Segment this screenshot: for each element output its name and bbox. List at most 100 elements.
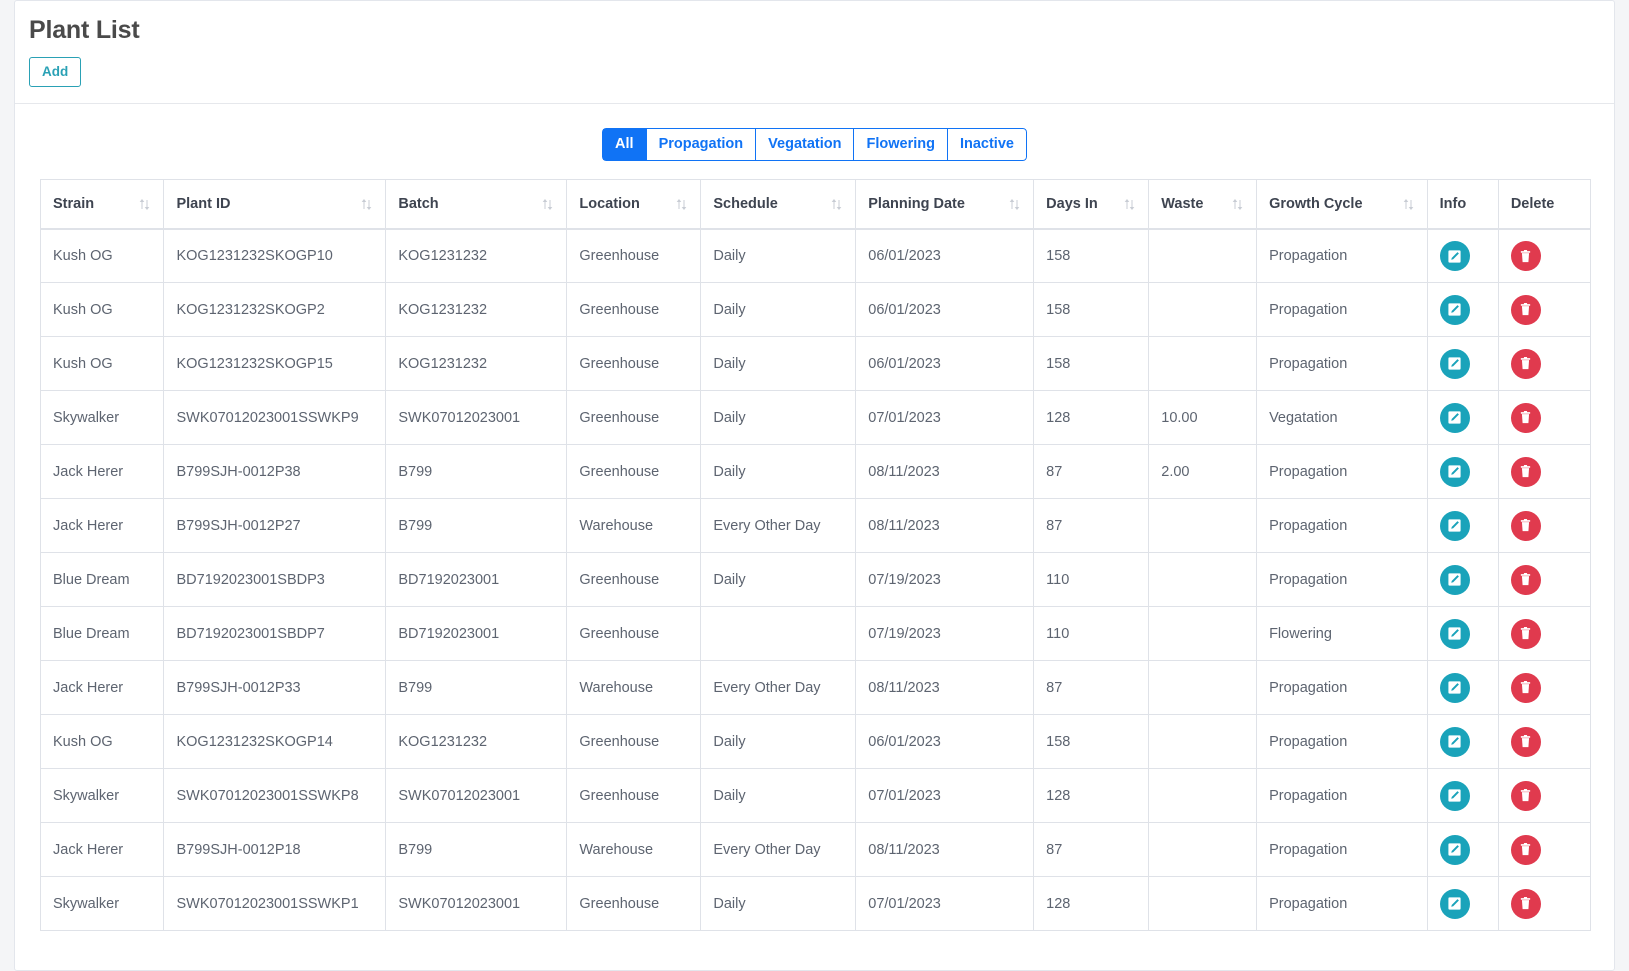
cell-delete <box>1497 444 1592 500</box>
sort-arrows-icon[interactable] <box>1124 198 1136 211</box>
cell-location: Greenhouse <box>566 282 702 338</box>
filter-tab-propagation[interactable]: Propagation <box>645 127 756 162</box>
cell-days-in: 128 <box>1033 876 1150 932</box>
edit-square-icon[interactable] <box>1439 510 1470 541</box>
column-header-schedule[interactable]: Schedule <box>700 179 857 230</box>
column-header-batch[interactable]: Batch <box>385 179 568 230</box>
cell-waste <box>1148 822 1258 878</box>
cell-strain: Kush OG <box>39 282 165 338</box>
sort-arrows-icon[interactable] <box>1232 198 1244 211</box>
table-row: Jack Herer B799SJH-0012P27 B799 Warehouse Ev… <box>39 498 1592 554</box>
cell-schedule: Daily <box>700 228 857 284</box>
edit-square-icon[interactable] <box>1439 672 1470 703</box>
sort-arrows-icon[interactable] <box>1403 198 1415 211</box>
cell-schedule: Every Other Day <box>700 822 857 878</box>
edit-square-icon[interactable] <box>1439 241 1470 272</box>
trash-icon[interactable] <box>1510 888 1541 919</box>
table-head: Strain Plant ID Batch Location Schedule Plann… <box>39 179 1592 230</box>
cell-strain: Blue Dream <box>39 606 165 662</box>
cell-days-in: 128 <box>1033 390 1150 446</box>
filter-tab-flowering[interactable]: Flowering <box>853 127 947 162</box>
trash-icon[interactable] <box>1510 726 1541 757</box>
trash-icon[interactable] <box>1510 834 1541 865</box>
filter-tab-all[interactable]: All <box>602 127 646 162</box>
trash-icon[interactable] <box>1510 348 1541 379</box>
cell-batch: SWK07012023001 <box>385 768 568 824</box>
edit-square-icon[interactable] <box>1439 456 1470 487</box>
sort-arrows-icon[interactable] <box>1009 198 1021 211</box>
sort-arrows-icon[interactable] <box>831 198 843 211</box>
cell-batch: KOG1231232 <box>385 228 568 284</box>
table-row: Blue Dream BD7192023001SBDP3 BD7192023001 G… <box>39 552 1592 608</box>
table-row: Kush OG KOG1231232SKOGP14 KOG1231232 Greenh… <box>39 714 1592 770</box>
edit-square-icon[interactable] <box>1439 294 1470 325</box>
cell-planning-date: 06/01/2023 <box>855 282 1035 338</box>
edit-square-icon[interactable] <box>1439 834 1470 865</box>
filter-tab-inactive[interactable]: Inactive <box>946 127 1027 162</box>
column-header-days-in[interactable]: Days In <box>1033 179 1150 230</box>
cell-growth-cycle: Propagation <box>1256 228 1428 284</box>
sort-arrows-icon[interactable] <box>139 198 151 211</box>
cell-plant-id: BD7192023001SBDP3 <box>163 552 387 608</box>
column-header-planning-date[interactable]: Planning Date <box>855 179 1035 230</box>
table-row: Jack Herer B799SJH-0012P18 B799 Warehouse Ev… <box>39 822 1592 878</box>
cell-strain: Jack Herer <box>39 822 165 878</box>
edit-square-icon[interactable] <box>1439 726 1470 757</box>
column-header-location[interactable]: Location <box>566 179 702 230</box>
cell-info <box>1426 444 1499 500</box>
edit-square-icon[interactable] <box>1439 618 1470 649</box>
trash-icon[interactable] <box>1510 294 1541 325</box>
cell-delete <box>1497 660 1592 716</box>
edit-square-icon[interactable] <box>1439 348 1470 379</box>
cell-strain: Jack Herer <box>39 660 165 716</box>
column-header-label: Waste <box>1161 196 1204 213</box>
column-header-growth-cycle[interactable]: Growth Cycle <box>1256 179 1428 230</box>
cell-schedule: Daily <box>700 768 857 824</box>
cell-info <box>1426 228 1499 284</box>
column-header-waste[interactable]: Waste <box>1148 179 1258 230</box>
sort-arrows-icon[interactable] <box>542 198 554 211</box>
cell-strain: Jack Herer <box>39 444 165 500</box>
cell-batch: KOG1231232 <box>385 714 568 770</box>
cell-plant-id: KOG1231232SKOGP15 <box>163 336 387 392</box>
filter-tab-vegatation[interactable]: Vegatation <box>755 127 854 162</box>
sort-arrows-icon[interactable] <box>361 198 373 211</box>
cell-planning-date: 06/01/2023 <box>855 336 1035 392</box>
trash-icon[interactable] <box>1510 780 1541 811</box>
table-row: Blue Dream BD7192023001SBDP7 BD7192023001 G… <box>39 606 1592 662</box>
trash-icon[interactable] <box>1510 672 1541 703</box>
cell-planning-date: 07/01/2023 <box>855 390 1035 446</box>
table-row: Kush OG KOG1231232SKOGP15 KOG1231232 Greenh… <box>39 336 1592 392</box>
trash-icon[interactable] <box>1510 510 1541 541</box>
cell-strain: Kush OG <box>39 228 165 284</box>
trash-icon[interactable] <box>1510 241 1541 272</box>
column-header-label: Schedule <box>713 196 778 213</box>
trash-icon[interactable] <box>1510 564 1541 595</box>
add-button[interactable]: Add <box>29 57 82 87</box>
trash-icon[interactable] <box>1510 402 1541 433</box>
cell-plant-id: B799SJH-0012P27 <box>163 498 387 554</box>
cell-growth-cycle: Propagation <box>1256 336 1428 392</box>
cell-schedule: Daily <box>700 444 857 500</box>
cell-batch: B799 <box>385 498 568 554</box>
table-row: Skywalker SWK07012023001SSWKP1 SWK07012023… <box>39 876 1592 932</box>
cell-days-in: 87 <box>1033 498 1150 554</box>
trash-icon[interactable] <box>1510 618 1541 649</box>
edit-square-icon[interactable] <box>1439 780 1470 811</box>
cell-plant-id: SWK07012023001SSWKP1 <box>163 876 387 932</box>
edit-square-icon[interactable] <box>1439 402 1470 433</box>
cell-schedule: Daily <box>700 714 857 770</box>
sort-arrows-icon[interactable] <box>676 198 688 211</box>
cell-delete <box>1497 552 1592 608</box>
cell-plant-id: B799SJH-0012P33 <box>163 660 387 716</box>
edit-square-icon[interactable] <box>1439 888 1470 919</box>
edit-square-icon[interactable] <box>1439 564 1470 595</box>
column-header-plant-id[interactable]: Plant ID <box>163 179 387 230</box>
column-header-label: Delete <box>1510 196 1555 213</box>
cell-batch: B799 <box>385 444 568 500</box>
cell-waste <box>1148 228 1258 284</box>
trash-icon[interactable] <box>1510 456 1541 487</box>
cell-days-in: 128 <box>1033 768 1150 824</box>
column-header-strain[interactable]: Strain <box>39 179 165 230</box>
cell-waste <box>1148 660 1258 716</box>
